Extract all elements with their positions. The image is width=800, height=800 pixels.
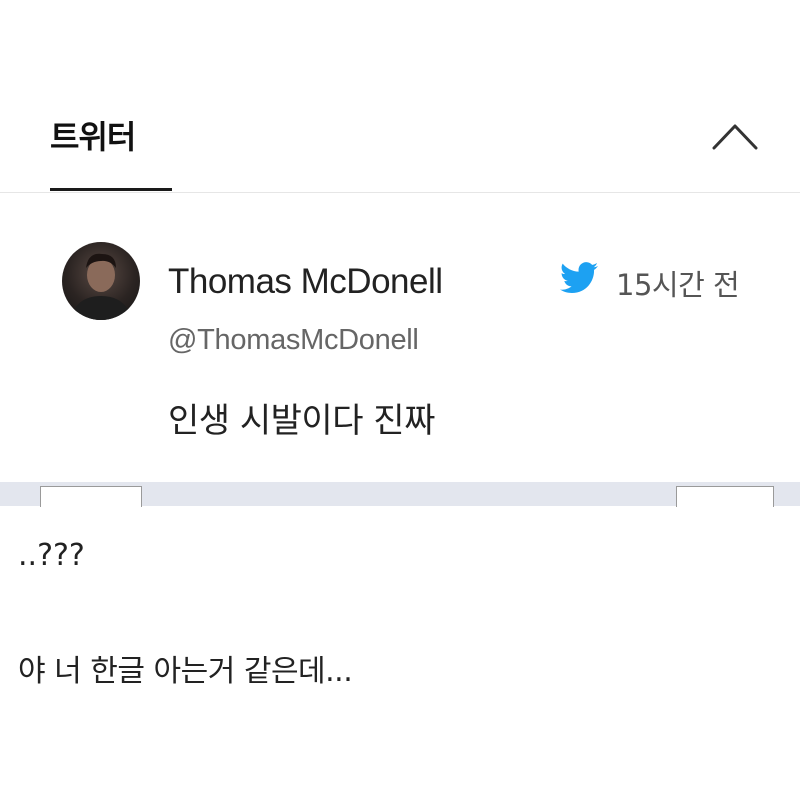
- caption-line-1: ..???: [18, 538, 85, 573]
- author-handle[interactable]: @ThomasMcDonell: [168, 324, 419, 357]
- tab-box-left: [40, 486, 142, 507]
- caption-line-2: 야 너 한글 아는거 같은데...: [18, 654, 353, 689]
- twitter-bird-icon: [560, 262, 598, 294]
- chevron-up-icon: [712, 124, 758, 150]
- tweet-text: 인생 시발이다 진짜: [168, 401, 435, 441]
- tab-box-right: [676, 486, 774, 507]
- tweet-timestamp[interactable]: 15시간 전: [616, 262, 740, 304]
- avatar[interactable]: [62, 242, 140, 320]
- author-name[interactable]: Thomas McDonell: [168, 262, 443, 302]
- tab-underline: [50, 188, 172, 191]
- section-title: 트위터: [50, 118, 136, 156]
- header-divider: [0, 192, 800, 193]
- collapse-button[interactable]: [710, 118, 760, 154]
